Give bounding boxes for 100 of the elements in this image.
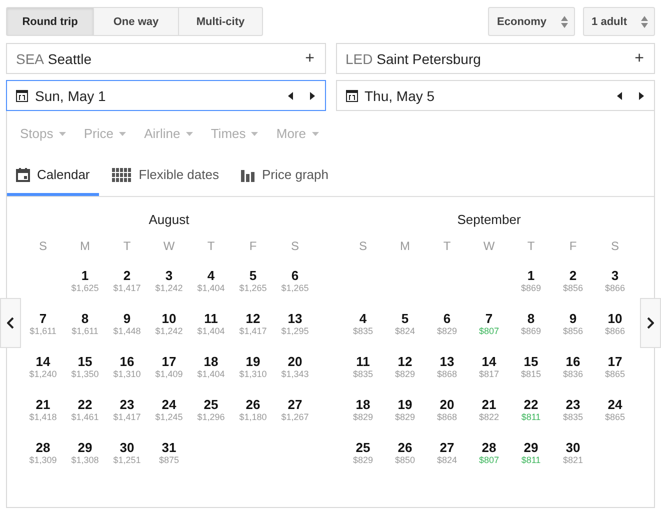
calendar-day[interactable]: 12 $829 <box>384 355 426 398</box>
calendar-day[interactable]: 7 $1,611 <box>22 312 64 355</box>
calendar-day[interactable]: 6 $829 <box>426 312 468 355</box>
calendar-day[interactable]: 28 $1,309 <box>22 441 64 484</box>
origin-field[interactable]: SEA Seattle + <box>6 43 326 74</box>
bar-chart-icon <box>240 168 255 182</box>
calendar-day[interactable]: 25 $829 <box>342 441 384 484</box>
calendar-day[interactable]: 24 $1,245 <box>148 398 190 441</box>
calendar-day[interactable]: 31 $875 <box>148 441 190 484</box>
month-title: September <box>456 212 522 229</box>
calendar-day[interactable]: 2 $1,417 <box>106 269 148 312</box>
calendar-day[interactable]: 20 $1,343 <box>274 355 316 398</box>
calendar-day[interactable]: 18 $829 <box>342 398 384 441</box>
calendar-day[interactable]: 5 $1,265 <box>232 269 274 312</box>
calendar-day[interactable]: 23 $835 <box>552 398 594 441</box>
calendar-day[interactable]: 14 $817 <box>468 355 510 398</box>
calendar-day[interactable]: 29 $811 <box>510 441 552 484</box>
destination-field[interactable]: LED Saint Petersburg + <box>336 43 655 74</box>
weekday-label: S <box>358 239 368 255</box>
calendar-day[interactable]: 17 $1,409 <box>148 355 190 398</box>
weekday-label: M <box>79 239 91 255</box>
calendar-day[interactable]: 26 $1,180 <box>232 398 274 441</box>
calendar-icon <box>346 90 358 102</box>
next-icon[interactable] <box>310 92 314 100</box>
calendar-day[interactable]: 14 $1,240 <box>22 355 64 398</box>
calendar-day[interactable]: 11 $1,404 <box>190 312 232 355</box>
trip-type-tab[interactable]: Multi-city <box>178 7 263 36</box>
calendar-day[interactable]: 13 $868 <box>426 355 468 398</box>
calendar-day[interactable]: 15 $1,350 <box>64 355 106 398</box>
calendar-day[interactable]: 20 $868 <box>426 398 468 441</box>
calendar-day[interactable]: 6 $1,265 <box>274 269 316 312</box>
calendar-day[interactable]: 22 $811 <box>510 398 552 441</box>
chevron-right-icon <box>647 317 654 329</box>
previous-icon[interactable] <box>617 92 622 100</box>
calendar-day[interactable]: 4 $835 <box>342 312 384 355</box>
previous-month-button[interactable] <box>0 298 21 348</box>
calendar-day[interactable]: 30 $821 <box>552 441 594 484</box>
calendar-icon <box>16 168 30 182</box>
view-tab[interactable]: Price graph <box>232 156 338 196</box>
calendar-day[interactable]: 21 $822 <box>468 398 510 441</box>
weekday-label: T <box>526 239 536 255</box>
calendar-day[interactable]: 25 $1,296 <box>190 398 232 441</box>
view-tab[interactable]: Flexible dates <box>102 156 228 196</box>
calendar-day[interactable]: 3 $866 <box>594 269 636 312</box>
calendar-day[interactable]: 10 $866 <box>594 312 636 355</box>
chevron-left-icon <box>7 317 14 329</box>
calendar-day[interactable]: 27 $1,267 <box>274 398 316 441</box>
calendar-day[interactable]: 27 $824 <box>426 441 468 484</box>
calendar-day[interactable]: 30 $1,251 <box>106 441 148 484</box>
weekday-label: S <box>610 239 620 255</box>
calendar-day[interactable]: 23 $1,417 <box>106 398 148 441</box>
calendar-day[interactable]: 9 $856 <box>552 312 594 355</box>
calendar-day[interactable]: 5 $824 <box>384 312 426 355</box>
calendar-day[interactable]: 9 $1,448 <box>106 312 148 355</box>
next-month-button[interactable] <box>640 298 661 348</box>
month-title: August <box>148 212 190 229</box>
calendar-day[interactable]: 8 $1,611 <box>64 312 106 355</box>
calendar-day[interactable]: 29 $1,308 <box>64 441 106 484</box>
calendar-day[interactable]: 18 $1,404 <box>190 355 232 398</box>
trip-type-tab[interactable]: One way <box>93 7 179 36</box>
return-date-field[interactable]: Thu, May 5 <box>336 80 655 111</box>
calendar-day[interactable]: 1 $1,625 <box>64 269 106 312</box>
next-icon[interactable] <box>639 92 644 100</box>
calendar-day[interactable]: 11 $835 <box>342 355 384 398</box>
calendar-day[interactable]: 1 $869 <box>510 269 552 312</box>
calendar-day[interactable]: 4 $1,404 <box>190 269 232 312</box>
cabin-select[interactable]: Economy <box>488 7 575 36</box>
calendar-day[interactable]: 3 $1,242 <box>148 269 190 312</box>
dropdown-caret-icon <box>58 132 66 136</box>
updown-caret-icon <box>560 16 568 28</box>
calendar-day[interactable]: 19 $1,310 <box>232 355 274 398</box>
calendar-day[interactable]: 13 $1,295 <box>274 312 316 355</box>
calendar-day[interactable]: 28 $807 <box>468 441 510 484</box>
weekday-label: T <box>206 239 216 255</box>
updown-caret-icon <box>641 16 648 28</box>
calendar-day[interactable]: 8 $869 <box>510 312 552 355</box>
calendar-day[interactable]: 10 $1,242 <box>148 312 190 355</box>
calendar-day[interactable]: 26 $850 <box>384 441 426 484</box>
dropdown-caret-icon <box>186 132 193 136</box>
weekday-label: W <box>162 239 176 255</box>
calendar-day[interactable]: 21 $1,418 <box>22 398 64 441</box>
calendar-day[interactable]: 19 $829 <box>384 398 426 441</box>
trip-type-tab[interactable]: Round trip <box>6 7 94 36</box>
weekday-label: F <box>568 239 578 255</box>
calendar-day[interactable]: 15 $815 <box>510 355 552 398</box>
calendar-day[interactable]: 16 $1,310 <box>106 355 148 398</box>
calendar-day[interactable]: 24 $865 <box>594 398 636 441</box>
previous-icon[interactable] <box>288 92 292 100</box>
calendar-day[interactable]: 7 $807 <box>468 312 510 355</box>
calendar-icon <box>16 90 28 102</box>
weekday-label: F <box>248 239 258 255</box>
calendar-day[interactable]: 16 $836 <box>552 355 594 398</box>
view-tab[interactable]: Calendar <box>7 156 99 196</box>
calendar-day[interactable]: 12 $1,417 <box>232 312 274 355</box>
calendar-day[interactable]: 17 $865 <box>594 355 636 398</box>
dropdown-caret-icon <box>119 132 126 136</box>
departure-date-field[interactable]: Sun, May 1 <box>6 80 326 111</box>
calendar-day[interactable]: 22 $1,461 <box>64 398 106 441</box>
calendar-day[interactable]: 2 $856 <box>552 269 594 312</box>
passengers-select[interactable]: 1 adult <box>582 7 655 36</box>
